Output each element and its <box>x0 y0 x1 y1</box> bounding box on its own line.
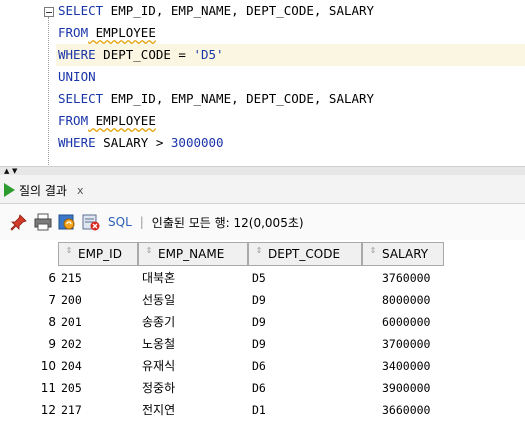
sort-icon[interactable]: ⇕ <box>367 247 379 261</box>
keyword: FROM <box>58 25 89 40</box>
collapse-up-icon[interactable]: ▲ <box>4 168 9 175</box>
table-row[interactable]: 6 215 대북혼 D5 3760000 <box>0 267 525 289</box>
cell-dept-code[interactable]: D5 <box>252 267 266 289</box>
cell-emp-id[interactable]: 200 <box>61 289 82 311</box>
cell-emp-name[interactable]: 노옹철 <box>142 333 175 355</box>
cell-salary[interactable]: 3660000 <box>382 399 430 421</box>
code-text: SALARY > <box>95 135 171 150</box>
code-text: DEPT_CODE = <box>95 47 194 62</box>
run-result-icon <box>4 183 15 197</box>
keyword: FROM <box>58 113 89 128</box>
cell-emp-id[interactable]: 215 <box>61 267 82 289</box>
panel-splitter[interactable]: ▲ ▼ <box>0 166 525 175</box>
cell-salary[interactable]: 6000000 <box>382 311 430 333</box>
sort-icon[interactable]: ⇕ <box>143 247 155 261</box>
row-number: 7 <box>48 293 56 307</box>
results-toolbar: SQL | 인출된 모든 행: 12(0,005초) <box>0 204 525 240</box>
code-line-5[interactable]: SELECT EMP_ID, EMP_NAME, DEPT_CODE, SALA… <box>58 88 525 110</box>
sql-editor[interactable]: SELECT EMP_ID, EMP_NAME, DEPT_CODE, SALA… <box>0 0 525 166</box>
table-row[interactable]: 10 204 유재식 D6 3400000 <box>0 355 525 377</box>
column-header-emp-id[interactable]: ⇕ EMP_ID <box>58 242 138 266</box>
code-text: EMP_ID, EMP_NAME, DEPT_CODE, SALARY <box>103 3 375 18</box>
cell-emp-id[interactable]: 204 <box>61 355 82 377</box>
cell-emp-id[interactable]: 217 <box>61 399 82 421</box>
table-row[interactable]: 8 201 송종기 D9 6000000 <box>0 311 525 333</box>
fetch-status-text: 인출된 모든 행: 12(0,005초) <box>151 215 304 230</box>
table-row[interactable]: 7 200 선동일 D9 8000000 <box>0 289 525 311</box>
code-line-3-current[interactable]: WHERE DEPT_CODE = 'D5' <box>56 44 525 66</box>
cell-emp-id[interactable]: 201 <box>61 311 82 333</box>
code-line-4[interactable]: UNION <box>58 66 525 88</box>
cell-emp-name[interactable]: 유재식 <box>142 355 175 377</box>
cell-dept-code[interactable]: D6 <box>252 377 266 399</box>
code-line-2[interactable]: FROM EMPLOYEE <box>58 22 525 44</box>
code-line-1[interactable]: SELECT EMP_ID, EMP_NAME, DEPT_CODE, SALA… <box>58 0 525 22</box>
cell-salary[interactable]: 3400000 <box>382 355 430 377</box>
cell-emp-name[interactable]: 대북혼 <box>142 267 175 289</box>
cell-emp-id[interactable]: 205 <box>61 377 82 399</box>
keyword: SELECT <box>58 91 104 106</box>
row-number: 12 <box>40 403 56 417</box>
cell-emp-name[interactable]: 전지연 <box>142 399 175 421</box>
collapse-down-icon[interactable]: ▼ <box>12 168 17 175</box>
table-row[interactable]: 11 205 정중하 D6 3900000 <box>0 377 525 399</box>
delete-sql-icon[interactable] <box>82 213 100 231</box>
toolbar-separator: | <box>139 215 144 229</box>
column-header-label: DEPT_CODE <box>268 247 341 261</box>
cell-dept-code[interactable]: D9 <box>252 311 266 333</box>
refresh-icon[interactable] <box>58 213 76 231</box>
cell-dept-code[interactable]: D9 <box>252 289 266 311</box>
row-number: 6 <box>48 271 56 285</box>
keyword: WHERE <box>58 47 96 62</box>
fold-guide-line <box>48 17 49 165</box>
table-row[interactable]: 9 202 노옹철 D9 3700000 <box>0 333 525 355</box>
cell-dept-code[interactable]: D1 <box>252 399 266 421</box>
row-number: 10 <box>40 359 56 373</box>
column-header-label: EMP_NAME <box>158 247 225 261</box>
tab-query-result[interactable]: 질의 결과 x <box>0 178 92 202</box>
cell-dept-code[interactable]: D6 <box>252 355 266 377</box>
column-header-dept-code[interactable]: ⇕ DEPT_CODE <box>248 242 362 266</box>
keyword: SELECT <box>58 3 104 18</box>
code-text: EMPLOYEE <box>88 25 156 40</box>
cell-emp-name[interactable]: 송종기 <box>142 311 175 333</box>
row-number: 8 <box>48 315 56 329</box>
string-literal: 'D5' <box>193 47 224 62</box>
cell-salary[interactable]: 3900000 <box>382 377 430 399</box>
column-header-salary[interactable]: ⇕ SALARY <box>362 242 444 266</box>
code-text: EMP_ID, EMP_NAME, DEPT_CODE, SALARY <box>103 91 375 106</box>
print-icon[interactable] <box>34 213 52 231</box>
code-line-6[interactable]: FROM EMPLOYEE <box>58 110 525 132</box>
row-number: 9 <box>48 337 56 351</box>
number-literal: 3000000 <box>170 135 224 150</box>
cell-dept-code[interactable]: D9 <box>252 333 266 355</box>
code-text: EMPLOYEE <box>88 113 156 128</box>
fold-collapse-icon[interactable] <box>44 7 54 17</box>
cell-salary[interactable]: 3760000 <box>382 267 430 289</box>
pin-icon[interactable] <box>10 213 28 231</box>
sort-icon[interactable]: ⇕ <box>63 247 75 261</box>
column-header-emp-name[interactable]: ⇕ EMP_NAME <box>138 242 248 266</box>
close-icon[interactable]: x <box>77 184 84 197</box>
keyword: UNION <box>58 69 96 84</box>
cell-emp-name[interactable]: 선동일 <box>142 289 175 311</box>
table-row[interactable]: 12 217 전지연 D1 3660000 <box>0 399 525 421</box>
cell-emp-name[interactable]: 정중하 <box>142 377 175 399</box>
cell-emp-id[interactable]: 202 <box>61 333 82 355</box>
cell-salary[interactable]: 3700000 <box>382 333 430 355</box>
column-header-label: SALARY <box>382 247 429 261</box>
code-line-7[interactable]: WHERE SALARY > 3000000 <box>58 132 525 154</box>
row-number: 11 <box>40 381 56 395</box>
cell-salary[interactable]: 8000000 <box>382 289 430 311</box>
results-tabstrip: 질의 결과 x <box>0 175 525 204</box>
sql-link[interactable]: SQL <box>108 215 132 229</box>
sort-icon[interactable]: ⇕ <box>253 247 265 261</box>
tab-label: 질의 결과 <box>19 183 67 198</box>
editor-gutter <box>0 0 40 166</box>
keyword: WHERE <box>58 135 96 150</box>
column-header-label: EMP_ID <box>78 247 122 261</box>
